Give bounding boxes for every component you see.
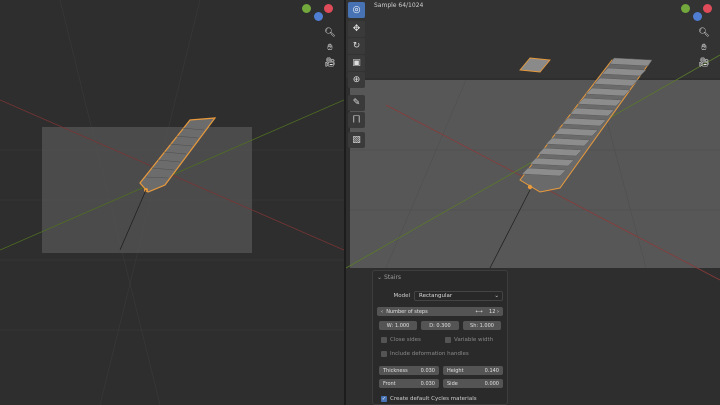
- chevron-down-icon: ⌄: [494, 293, 499, 299]
- sh-value: 1.000: [479, 322, 494, 329]
- panel-header[interactable]: ⌄ Stairs: [373, 271, 507, 283]
- front-label: Front: [383, 380, 396, 387]
- steps-label: Number of steps: [386, 308, 428, 315]
- checkbox-box[interactable]: [445, 337, 451, 343]
- panel-title: Stairs: [383, 273, 402, 281]
- model-label: Model: [393, 293, 410, 299]
- zoom-icon[interactable]: 🔍︎: [697, 26, 711, 40]
- width-field[interactable]: W: 1.000: [379, 321, 417, 330]
- height-field[interactable]: Height 0.140: [443, 366, 503, 375]
- cycles-materials-checkbox[interactable]: ✓ Create default Cycles materials: [381, 396, 477, 402]
- viewport-left-scene: [0, 0, 344, 405]
- model-dropdown[interactable]: Rectangular ⌄: [414, 291, 503, 301]
- navigation-gizmo[interactable]: [300, 0, 340, 22]
- x-axis-dot[interactable]: [324, 4, 333, 13]
- steps-value: 12: [489, 308, 496, 315]
- z-axis-dot[interactable]: [314, 12, 323, 21]
- thickness-label: Thickness: [383, 367, 408, 374]
- cycles-materials-label: Create default Cycles materials: [390, 396, 477, 402]
- transform-icon[interactable]: ⊕: [348, 72, 365, 88]
- rotate-icon[interactable]: ↻: [348, 38, 365, 54]
- thickness-field[interactable]: Thickness 0.030: [379, 366, 439, 375]
- close-sides-checkbox[interactable]: Close sides: [381, 337, 421, 343]
- camera-icon[interactable]: 🎥︎: [323, 56, 337, 70]
- side-field[interactable]: Side 0.000: [443, 379, 503, 388]
- zoom-icon[interactable]: 🔍︎: [323, 26, 337, 40]
- front-field[interactable]: Front 0.030: [379, 379, 439, 388]
- hand-icon[interactable]: ✋︎: [323, 41, 337, 55]
- number-of-steps-field[interactable]: ‹ Number of steps ⟷ 12 ›: [377, 307, 503, 316]
- hand-icon[interactable]: ✋︎: [697, 41, 711, 55]
- collapse-chevron-icon[interactable]: ⌄: [377, 274, 384, 281]
- front-value: 0.030: [420, 380, 435, 387]
- sh-field[interactable]: Sh: 1.000: [463, 321, 501, 330]
- width-value: 1.000: [394, 322, 410, 329]
- add-cube-icon[interactable]: ▧: [348, 132, 365, 148]
- side-value: 0.000: [484, 380, 499, 387]
- include-deformation-label: Include deformation handles: [390, 351, 469, 357]
- tool-shelf: ◎ ✥ ↻ ▣ ⊕ ✎ ⨅ ▧: [346, 0, 366, 150]
- variable-width-label: Variable width: [454, 337, 494, 343]
- measure-icon[interactable]: ⨅: [348, 112, 365, 128]
- camera-icon[interactable]: 🎥︎: [697, 56, 711, 70]
- x-axis-dot[interactable]: [703, 4, 712, 13]
- resize-arrows-icon: ⟷: [475, 308, 483, 315]
- navigation-gizmo-right[interactable]: [679, 0, 719, 22]
- select-cursor-icon[interactable]: ◎: [348, 2, 365, 18]
- depth-value: 0.300: [436, 322, 451, 329]
- side-label: Side: [447, 380, 458, 387]
- render-sample-status: Sample 64/1024: [374, 2, 424, 9]
- height-value: 0.140: [484, 367, 499, 374]
- scale-icon[interactable]: ▣: [348, 55, 365, 71]
- y-axis-dot[interactable]: [302, 4, 311, 13]
- annotate-icon[interactable]: ✎: [348, 95, 365, 111]
- width-label: W: [386, 322, 392, 329]
- checkbox-box[interactable]: [381, 351, 387, 357]
- sh-label: Sh: [470, 322, 477, 329]
- include-deformation-checkbox[interactable]: Include deformation handles: [381, 351, 469, 357]
- model-value: Rectangular: [419, 293, 453, 299]
- z-axis-dot[interactable]: [693, 12, 702, 21]
- depth-label: D: [429, 322, 434, 329]
- y-axis-dot[interactable]: [681, 4, 690, 13]
- variable-width-checkbox[interactable]: Variable width: [445, 337, 493, 343]
- thickness-value: 0.030: [420, 367, 435, 374]
- stairs-operator-panel[interactable]: ⌄ Stairs Model Rectangular ⌄ ‹ Number of…: [372, 270, 508, 405]
- close-sides-label: Close sides: [390, 337, 421, 343]
- checkmark-icon[interactable]: ✓: [381, 396, 387, 402]
- depth-field[interactable]: D: 0.300: [421, 321, 459, 330]
- move-icon[interactable]: ✥: [348, 21, 365, 37]
- decrement-arrow-icon[interactable]: ‹: [381, 309, 383, 315]
- viewport-left[interactable]: 🔍︎ ✋︎ 🎥︎: [0, 0, 344, 405]
- checkbox-box[interactable]: [381, 337, 387, 343]
- increment-arrow-icon[interactable]: ›: [497, 309, 499, 315]
- height-label: Height: [447, 367, 464, 374]
